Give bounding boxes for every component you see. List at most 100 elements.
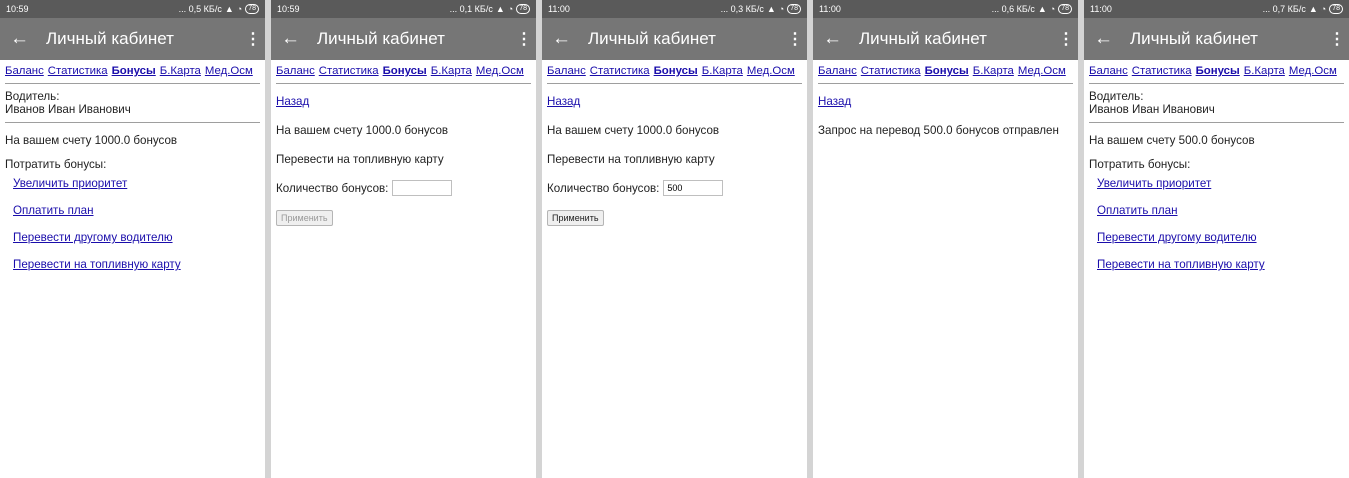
increase-priority-link[interactable]: Увеличить приоритет [1097,177,1211,190]
app-bar: ← Личный кабинет ⋮ [271,18,536,60]
driver-name: Иванов Иван Иванович [1089,103,1215,116]
screenshot-strip: 10:59 ... 0,5 КБ/с ▲ ◔ 78 ← Личный кабин… [0,0,1349,478]
transfer-driver-link[interactable]: Перевести другому водителю [1097,231,1257,244]
increase-priority-link[interactable]: Увеличить приоритет [13,177,127,190]
battery-icon: 78 [1058,4,1072,14]
overflow-menu-icon[interactable]: ⋮ [1058,29,1074,49]
nav-balance[interactable]: Баланс [5,65,44,77]
section-nav: Баланс Статистика Бонусы Б.Карта Мед.Осм [818,60,1073,84]
nav-statistics[interactable]: Статистика [48,65,108,77]
nav-medical[interactable]: Мед.Осм [747,65,795,77]
pay-plan-link[interactable]: Оплатить план [13,204,94,217]
nav-bonuses[interactable]: Бонусы [383,65,427,77]
quantity-label: Количество бонусов: [547,181,660,195]
back-arrow-icon[interactable]: ← [823,28,851,50]
nav-statistics[interactable]: Статистика [861,65,921,77]
transfer-fuel-card-link[interactable]: Перевести на топливную карту [13,258,181,271]
nav-bonuses[interactable]: Бонусы [1196,65,1240,77]
quantity-input[interactable] [663,180,724,196]
back-link[interactable]: Назад [547,95,580,108]
section-nav: Баланс Статистика Бонусы Б.Карта Мед.Осм [276,60,531,84]
app-title: Личный кабинет [588,29,716,48]
app-title: Личный кабинет [317,29,445,48]
app-bar: ← Личный кабинет ⋮ [1084,18,1349,60]
nav-balance[interactable]: Баланс [818,65,857,77]
phone-screen-3: 11:00 ... 0,3 КБ/с ▲ ◔ 78 ← Личный кабин… [542,0,807,478]
transfer-title: Перевести на топливную карту [547,153,715,166]
phone-screen-5: 11:00 ... 0,7 КБ/с ▲ ◔ 78 ← Личный кабин… [1084,0,1349,478]
status-time: 11:00 [548,4,570,14]
spend-options: Увеличить приоритет Оплатить план Переве… [5,177,260,271]
transfer-confirmation: Запрос на перевод 500.0 бонусов отправле… [818,124,1059,137]
pay-plan-link[interactable]: Оплатить план [1097,204,1178,217]
wifi-icon: ◔ [778,4,785,14]
nav-fuel-card[interactable]: Б.Карта [160,65,201,77]
wifi-icon: ◔ [507,4,514,14]
status-bar: 11:00 ... 0,3 КБ/с ▲ ◔ 78 [542,0,807,18]
apply-button[interactable]: Применить [276,210,333,226]
nav-bonuses[interactable]: Бонусы [654,65,698,77]
battery-icon: 78 [787,4,801,14]
section-nav: Баланс Статистика Бонусы Б.Карта Мед.Осм [5,60,260,84]
phone-screen-1: 10:59 ... 0,5 КБ/с ▲ ◔ 78 ← Личный кабин… [0,0,265,478]
back-link[interactable]: Назад [276,95,309,108]
nav-bonuses[interactable]: Бонусы [112,65,156,77]
nav-fuel-card[interactable]: Б.Карта [702,65,743,77]
nav-fuel-card[interactable]: Б.Карта [1244,65,1285,77]
wifi-icon: ◔ [236,4,243,14]
quantity-input[interactable] [392,180,453,196]
nav-statistics[interactable]: Статистика [590,65,650,77]
overflow-menu-icon[interactable]: ⋮ [787,29,803,49]
section-nav: Баланс Статистика Бонусы Б.Карта Мед.Осм [1089,60,1344,84]
transfer-fuel-card-link[interactable]: Перевести на топливную карту [1097,258,1265,271]
status-time: 10:59 [277,4,300,14]
status-time: 11:00 [1090,4,1112,14]
app-bar: ← Личный кабинет ⋮ [542,18,807,60]
bonus-balance: На вашем счету 500.0 бонусов [1089,134,1255,147]
nav-fuel-card[interactable]: Б.Карта [973,65,1014,77]
driver-info: Водитель: Иванов Иван Иванович [5,84,260,123]
overflow-menu-icon[interactable]: ⋮ [245,29,261,49]
back-link[interactable]: Назад [818,95,851,108]
bonus-balance: На вашем счету 1000.0 бонусов [5,134,178,147]
app-title: Личный кабинет [46,29,174,48]
nav-medical[interactable]: Мед.Осм [1289,65,1337,77]
nav-fuel-card[interactable]: Б.Карта [431,65,472,77]
nav-statistics[interactable]: Статистика [1132,65,1192,77]
signal-icon: ▲ [224,4,234,14]
signal-icon: ▲ [1037,4,1047,14]
back-arrow-icon[interactable]: ← [10,28,38,50]
overflow-menu-icon[interactable]: ⋮ [1329,29,1345,49]
driver-name: Иванов Иван Иванович [5,103,131,116]
app-bar: ← Личный кабинет ⋮ [0,18,265,60]
status-bar: 10:59 ... 0,1 КБ/с ▲ ◔ 78 [271,0,536,18]
battery-icon: 78 [245,4,259,14]
overflow-menu-icon[interactable]: ⋮ [516,29,532,49]
nav-medical[interactable]: Мед.Осм [1018,65,1066,77]
apply-button[interactable]: Применить [547,210,604,226]
network-speed: ... 0,3 КБ/с [720,4,764,14]
back-arrow-icon[interactable]: ← [281,28,309,50]
spend-label: Потратить бонусы: [1089,158,1191,171]
nav-medical[interactable]: Мед.Осм [476,65,524,77]
network-speed: ... 0,7 КБ/с [1262,4,1306,14]
nav-bonuses[interactable]: Бонусы [925,65,969,77]
spend-label: Потратить бонусы: [5,158,107,171]
spend-options: Увеличить приоритет Оплатить план Переве… [1089,177,1344,271]
nav-balance[interactable]: Баланс [1089,65,1128,77]
nav-medical[interactable]: Мед.Осм [205,65,253,77]
network-speed: ... 0,6 КБ/с [991,4,1035,14]
driver-label: Водитель: [1089,90,1144,103]
nav-balance[interactable]: Баланс [276,65,315,77]
signal-icon: ▲ [766,4,776,14]
nav-statistics[interactable]: Статистика [319,65,379,77]
back-arrow-icon[interactable]: ← [1094,28,1122,50]
phone-screen-2: 10:59 ... 0,1 КБ/с ▲ ◔ 78 ← Личный кабин… [271,0,536,478]
back-arrow-icon[interactable]: ← [552,28,580,50]
nav-balance[interactable]: Баланс [547,65,586,77]
section-nav: Баланс Статистика Бонусы Б.Карта Мед.Осм [547,60,802,84]
app-title: Личный кабинет [1130,29,1258,48]
transfer-driver-link[interactable]: Перевести другому водителю [13,231,173,244]
network-speed: ... 0,5 КБ/с [178,4,222,14]
bonus-balance: На вашем счету 1000.0 бонусов [547,124,720,137]
